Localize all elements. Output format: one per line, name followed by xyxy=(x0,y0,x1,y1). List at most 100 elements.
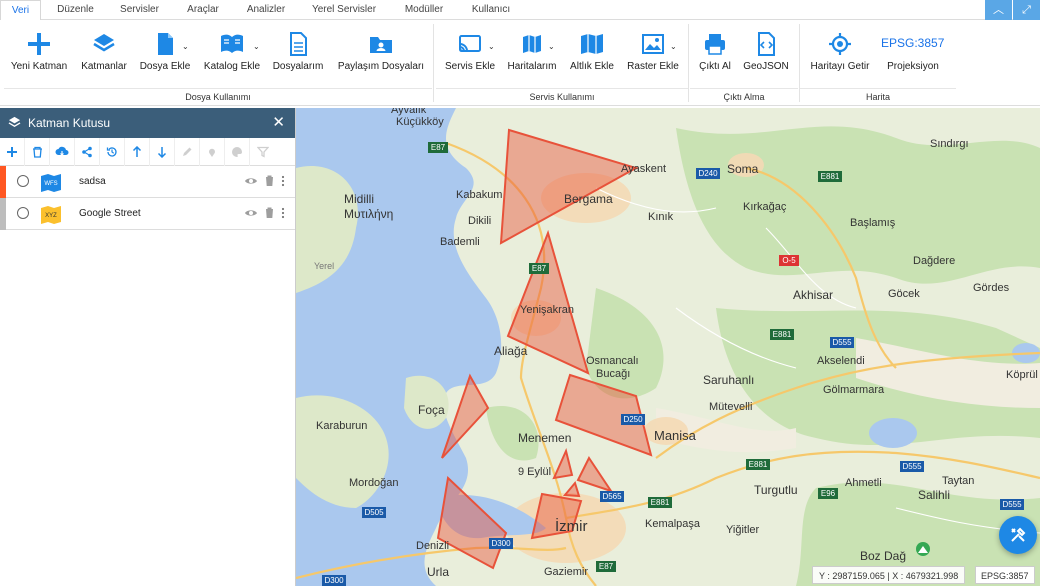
layer-select-radio[interactable] xyxy=(17,175,29,187)
menu-yerel-servisler[interactable]: Yerel Servisler xyxy=(306,0,382,20)
svg-text:O-5: O-5 xyxy=(782,256,796,265)
add-raster-button[interactable]: Raster Ekle xyxy=(624,28,682,88)
menu-moduller[interactable]: Modüller xyxy=(396,0,452,20)
filter-icon[interactable] xyxy=(250,138,275,166)
shared-files-label: Paylaşım Dosyaları xyxy=(337,61,425,72)
menu-veri[interactable]: Veri xyxy=(0,0,41,20)
shared-files-button[interactable]: Paylaşım Dosyaları xyxy=(334,28,428,88)
layer-name: Google Street xyxy=(79,208,141,219)
chevron-down-icon[interactable]: ⌄ xyxy=(253,42,260,51)
road-shield: D555 xyxy=(1000,499,1024,510)
layer-color-stripe xyxy=(0,198,6,230)
menu-analizler[interactable]: Analizler xyxy=(238,0,294,20)
more-vertical-icon[interactable] xyxy=(281,207,285,219)
palette-icon[interactable] xyxy=(225,138,250,166)
chevron-down-icon[interactable]: ⌄ xyxy=(670,42,677,51)
place-label: Midilli xyxy=(344,192,374,206)
place-label: Kabakum xyxy=(456,189,502,201)
svg-text:D555: D555 xyxy=(1002,500,1022,509)
chevron-down-icon[interactable]: ⌄ xyxy=(548,42,555,51)
place-label: Gölmarmara xyxy=(823,384,885,396)
lake xyxy=(869,418,917,448)
projection-button[interactable]: Projeksiyon xyxy=(880,28,946,88)
cloud-download-icon[interactable] xyxy=(50,138,75,166)
add-catalog-button[interactable]: Katalog Ekle xyxy=(200,28,264,88)
trash-icon[interactable] xyxy=(25,138,50,166)
my-maps-button[interactable]: Haritalarım xyxy=(504,28,560,88)
add-layer-icon[interactable] xyxy=(0,138,25,166)
my-files-button[interactable]: Dosyalarım xyxy=(268,28,328,88)
road-shield: D565 xyxy=(600,491,624,502)
add-file-button[interactable]: Dosya Ekle xyxy=(136,28,194,88)
collapse-icon[interactable]: ︿ xyxy=(985,0,1012,20)
eye-icon[interactable] xyxy=(244,208,258,218)
svg-text:D555: D555 xyxy=(902,462,922,471)
place-label: Sındırgı xyxy=(930,138,969,150)
layer-select-radio[interactable] xyxy=(17,207,29,219)
chevron-down-icon[interactable]: ⌄ xyxy=(182,42,189,51)
new-layer-button[interactable]: Yeni Katman xyxy=(6,28,72,88)
history-icon[interactable] xyxy=(100,138,125,166)
place-label: Gördes xyxy=(973,282,1010,294)
place-label: Küçükköy xyxy=(396,116,444,128)
place-label: Soma xyxy=(727,162,759,176)
svg-text:E87: E87 xyxy=(431,143,446,152)
svg-text:E87: E87 xyxy=(532,264,547,273)
road-shield: E96 xyxy=(818,488,838,499)
place-label: Köprül xyxy=(1006,369,1038,381)
layer-row[interactable]: XYZ Google Street xyxy=(0,198,295,230)
eye-icon[interactable] xyxy=(244,176,258,186)
svg-text:D300: D300 xyxy=(491,539,511,548)
road-shield: D505 xyxy=(362,507,386,518)
layers-button[interactable]: Katmanlar xyxy=(76,28,132,88)
place-label: Kırkağaç xyxy=(743,201,787,213)
geojson-button[interactable]: GeoJSON xyxy=(740,28,792,88)
svg-text:E881: E881 xyxy=(749,460,768,469)
export-button[interactable]: Çıktı Al xyxy=(694,28,736,88)
place-label: Bergama xyxy=(564,192,613,206)
trash-icon[interactable] xyxy=(264,174,275,187)
group-divider xyxy=(433,24,434,102)
add-raster-label: Raster Ekle xyxy=(627,61,679,72)
arrow-down-icon[interactable] xyxy=(150,138,175,166)
place-label: Osmancalı xyxy=(586,355,639,367)
marker-icon[interactable] xyxy=(200,138,225,166)
tools-fab-button[interactable] xyxy=(999,516,1037,554)
map-canvas[interactable]: Ayvalık Küçükköy Midilli Μυτιλήνη Kabaku… xyxy=(296,108,1040,586)
document-icon xyxy=(290,32,307,56)
layer-row[interactable]: WFS sadsa xyxy=(0,166,295,198)
road-shield: D300 xyxy=(322,575,346,586)
layer-toolbar xyxy=(0,138,295,166)
fullscreen-icon[interactable]: ⤢ xyxy=(1013,0,1040,20)
road-shield: D555 xyxy=(830,337,854,348)
get-map-button[interactable]: Haritayı Getir xyxy=(806,28,874,88)
place-label: Gaziemir xyxy=(544,566,588,578)
place-label: Akselendi xyxy=(817,355,865,367)
plus-icon xyxy=(28,33,50,55)
place-label: Urla xyxy=(427,565,449,579)
xyz-badge-text: XYZ xyxy=(45,213,57,219)
share-icon[interactable] xyxy=(75,138,100,166)
road-shield: E87 xyxy=(529,263,549,274)
road-shield: E881 xyxy=(648,497,672,508)
more-vertical-icon[interactable] xyxy=(281,175,285,187)
add-basemap-button[interactable]: Altlık Ekle xyxy=(564,28,620,88)
menu-araclar[interactable]: Araçlar xyxy=(178,0,228,20)
add-service-button[interactable]: Servis Ekle xyxy=(440,28,500,88)
trash-icon[interactable] xyxy=(264,206,275,219)
svg-text:E881: E881 xyxy=(651,498,670,507)
menu-kullanici[interactable]: Kullanıcı xyxy=(465,0,517,20)
place-label: Taytan xyxy=(942,475,974,487)
menu-duzenle[interactable]: Düzenle xyxy=(48,0,103,20)
place-label: Yenişakran xyxy=(520,304,574,316)
menu-servisler[interactable]: Servisler xyxy=(112,0,167,20)
place-label: Dikili xyxy=(468,215,491,227)
layer-panel-header: Katman Kutusu ✕ xyxy=(0,108,295,138)
arrow-up-icon[interactable] xyxy=(125,138,150,166)
place-label: 9 Eylül xyxy=(518,466,551,478)
close-icon[interactable]: ✕ xyxy=(272,108,285,138)
tools-icon xyxy=(1011,527,1026,542)
crosshair-icon xyxy=(829,33,851,55)
chevron-down-icon[interactable]: ⌄ xyxy=(488,42,495,51)
pencil-icon[interactable] xyxy=(175,138,200,166)
